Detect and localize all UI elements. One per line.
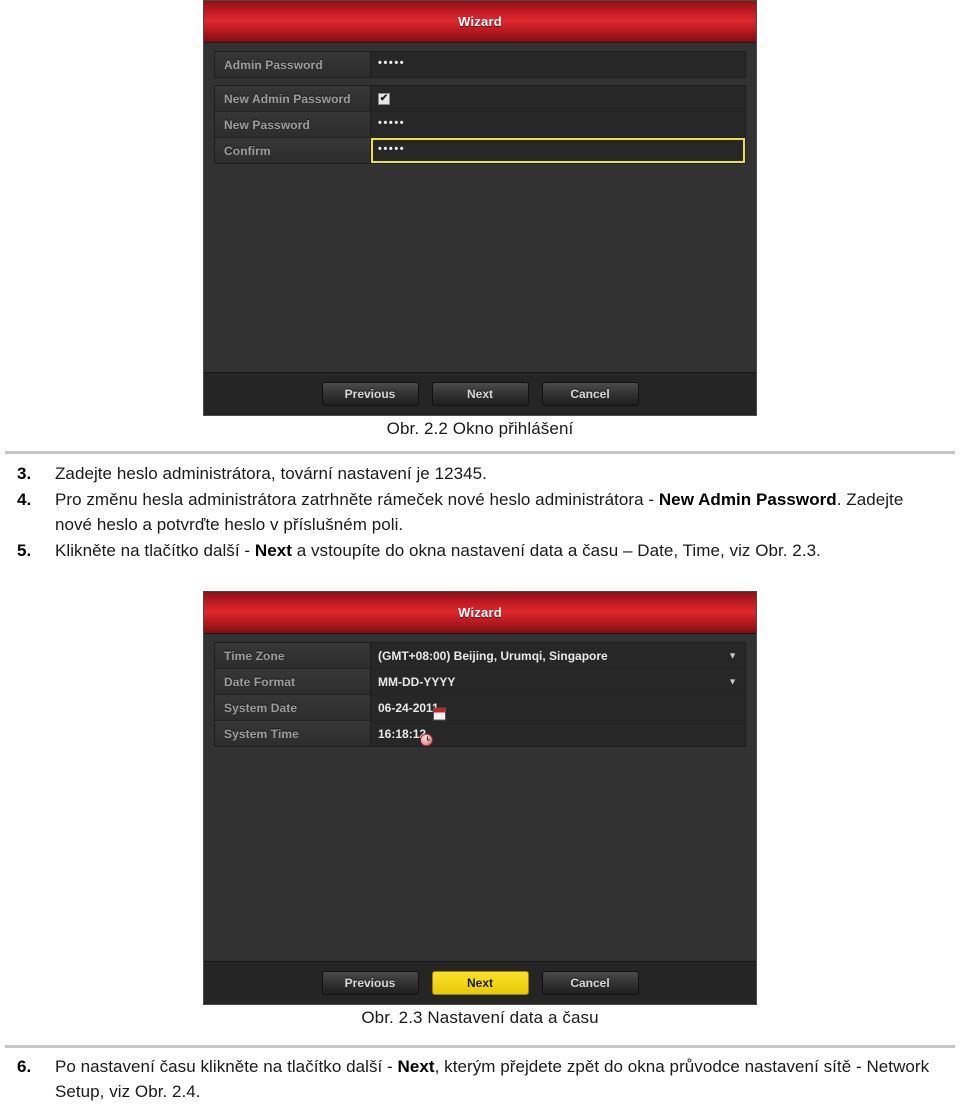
cancel-button[interactable]: Cancel <box>541 971 639 995</box>
chevron-down-icon[interactable]: ▼ <box>728 651 737 660</box>
input-new-password[interactable]: ••••• <box>371 112 745 137</box>
label-confirm-password: Confirm <box>215 138 371 163</box>
step-text: Pro změnu hesla administrátora zatrhněte… <box>55 490 904 534</box>
cancel-button[interactable]: Cancel <box>541 382 639 406</box>
wizard-datetime-body: Time Zone (GMT+08:00) Beijing, Urumqi, S… <box>204 634 756 1004</box>
select-time-zone[interactable]: (GMT+08:00) Beijing, Urumqi, Singapore ▼ <box>371 643 745 668</box>
next-button[interactable]: Next <box>431 382 529 406</box>
label-admin-password: Admin Password <box>215 52 371 77</box>
label-system-time: System Time <box>215 721 371 746</box>
row-system-time: System Time 16:18:12 <box>215 721 745 746</box>
field-new-admin-password[interactable]: ✔ <box>371 86 745 111</box>
step-number: 3. <box>17 464 32 483</box>
row-admin-password: Admin Password ••••• <box>215 52 745 77</box>
steps-list-1: 3. Zadejte heslo administrátora, tovární… <box>17 461 938 564</box>
divider-bottom <box>5 1045 955 1048</box>
step-number: 6. <box>17 1057 32 1076</box>
wizard-login-titlebar: Wizard <box>204 1 756 43</box>
row-confirm-password: Confirm ••••• <box>215 138 745 163</box>
caption-figure-2-2: Obr. 2.2 Okno přihlášení <box>386 419 574 438</box>
step-text: Klikněte na tlačítko další - Next a vsto… <box>55 541 821 560</box>
row-date-format: Date Format MM-DD-YYYY ▼ <box>215 669 745 695</box>
input-confirm-password[interactable]: ••••• <box>371 138 745 163</box>
new-password-value: ••••• <box>378 117 406 129</box>
previous-button[interactable]: Previous <box>321 382 419 406</box>
list-item: 3. Zadejte heslo administrátora, tovární… <box>17 461 938 486</box>
previous-button[interactable]: Previous <box>321 971 419 995</box>
clock-icon[interactable] <box>420 733 434 746</box>
admin-password-value: ••••• <box>378 57 406 69</box>
chevron-down-icon[interactable]: ▼ <box>728 677 737 686</box>
time-zone-value: (GMT+08:00) Beijing, Urumqi, Singapore <box>378 648 608 663</box>
date-format-value: MM-DD-YYYY <box>378 674 456 689</box>
input-system-time[interactable]: 16:18:12 <box>371 721 745 746</box>
step-text: Zadejte heslo administrátora, tovární na… <box>55 464 487 483</box>
label-new-admin-password: New Admin Password <box>215 86 371 111</box>
datetime-group: Time Zone (GMT+08:00) Beijing, Urumqi, S… <box>214 642 746 747</box>
input-system-date[interactable]: 06-24-2011 <box>371 695 745 720</box>
list-item: 6. Po nastavení času klikněte na tlačítk… <box>17 1054 938 1104</box>
list-item: 5. Klikněte na tlačítko další - Next a v… <box>17 538 938 563</box>
admin-password-group: Admin Password ••••• <box>214 51 746 78</box>
caption-figure-2-3: Obr. 2.3 Nastavení data a času <box>361 1008 599 1027</box>
new-password-group: New Admin Password ✔ New Password ••••• … <box>214 85 746 164</box>
label-date-format: Date Format <box>215 669 371 694</box>
wizard-login-dialog: Wizard Admin Password ••••• New Admin Pa… <box>203 0 757 416</box>
label-system-date: System Date <box>215 695 371 720</box>
row-system-date: System Date 06-24-2011 <box>215 695 745 721</box>
wizard-login-title: Wizard <box>458 14 502 29</box>
steps-list-2: 6. Po nastavení času klikněte na tlačítk… <box>17 1054 938 1105</box>
row-new-password: New Password ••••• <box>215 112 745 138</box>
list-item: 4. Pro změnu hesla administrátora zatrhn… <box>17 487 938 537</box>
step-number: 4. <box>17 490 32 509</box>
next-button[interactable]: Next <box>431 971 529 995</box>
checkbox-new-admin-password[interactable]: ✔ <box>378 92 390 105</box>
row-time-zone: Time Zone (GMT+08:00) Beijing, Urumqi, S… <box>215 643 745 669</box>
wizard-datetime-title: Wizard <box>458 605 502 620</box>
system-time-value: 16:18:12 <box>378 726 427 741</box>
wizard-login-footer: Previous Next Cancel <box>204 372 756 415</box>
calendar-icon[interactable] <box>432 707 446 720</box>
system-date-value: 06-24-2011 <box>378 700 439 715</box>
label-time-zone: Time Zone <box>215 643 371 668</box>
input-admin-password[interactable]: ••••• <box>371 52 745 77</box>
select-date-format[interactable]: MM-DD-YYYY ▼ <box>371 669 745 694</box>
label-new-password: New Password <box>215 112 371 137</box>
divider-top <box>5 451 955 454</box>
step-text: Po nastavení času klikněte na tlačítko d… <box>55 1057 930 1101</box>
step-number: 5. <box>17 541 32 560</box>
row-new-admin-password: New Admin Password ✔ <box>215 86 745 112</box>
wizard-login-body: Admin Password ••••• New Admin Password … <box>204 43 756 415</box>
wizard-datetime-footer: Previous Next Cancel <box>204 961 756 1004</box>
wizard-datetime-dialog: Wizard Time Zone (GMT+08:00) Beijing, Ur… <box>203 591 757 1005</box>
wizard-datetime-titlebar: Wizard <box>204 592 756 634</box>
confirm-password-value: ••••• <box>378 143 406 155</box>
